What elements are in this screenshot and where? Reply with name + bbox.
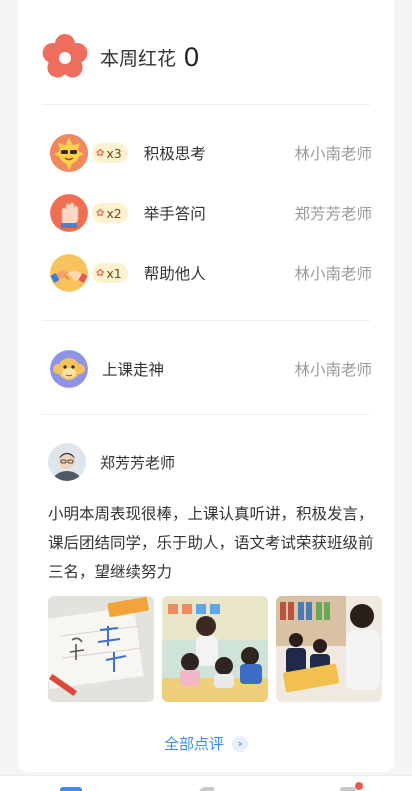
penalty-teacher: 林小南老师 — [294, 361, 372, 379]
monkey-avatar-icon — [50, 350, 88, 388]
chevron-right-icon: › — [232, 735, 248, 752]
hand-avatar-icon — [50, 194, 88, 232]
badge-count: x2 — [106, 205, 122, 221]
award-teacher: 郑芳芳老师 — [294, 205, 372, 223]
teacher-avatar — [48, 443, 86, 481]
small-flower-icon: ✿ — [96, 147, 105, 159]
flower-badge: ✿ x2 — [92, 203, 128, 223]
award-teacher: 林小南老师 — [294, 265, 372, 283]
divider — [42, 104, 370, 105]
weekly-report-card: 本周红花 0 ✿ x3 积极思考 林小南老师 ✿ x2 举手答问 郑芳芳老师 ✿… — [18, 0, 394, 772]
flower-badge: ✿ x1 — [92, 263, 128, 283]
flower-badge: ✿ x3 — [92, 143, 128, 163]
divider — [42, 414, 370, 415]
all-reviews-label: 全部点评 — [163, 735, 224, 753]
handshake-avatar-icon — [50, 254, 88, 292]
weekly-flowers-header: 本周红花 0 — [42, 34, 199, 80]
discover-tab-icon[interactable] — [198, 787, 216, 791]
award-row-thinking[interactable]: ✿ x3 积极思考 林小南老师 — [50, 133, 372, 173]
small-flower-icon: ✿ — [96, 267, 105, 279]
badge-count: x3 — [106, 145, 122, 161]
divider — [42, 320, 370, 321]
award-label: 帮助他人 — [143, 265, 206, 283]
comment-teacher-name: 郑芳芳老师 — [100, 453, 176, 472]
comment-author: 郑芳芳老师 — [48, 443, 175, 481]
award-label: 积极思考 — [143, 145, 206, 163]
penalty-label: 上课走神 — [102, 361, 165, 379]
award-row-helping[interactable]: ✿ x1 帮助他人 林小南老师 — [50, 253, 372, 293]
profile-tab-icon[interactable] — [340, 787, 356, 791]
award-row-raise-hand[interactable]: ✿ x2 举手答问 郑芳芳老师 — [50, 193, 372, 233]
reading-photo[interactable] — [276, 596, 382, 702]
award-teacher: 林小南老师 — [294, 145, 372, 163]
chinese-characters-photo[interactable] — [48, 596, 154, 702]
sun-avatar-icon — [50, 134, 88, 172]
small-flower-icon: ✿ — [96, 207, 105, 219]
all-reviews-link[interactable]: 全部点评 › — [18, 733, 394, 754]
penalty-row-distracted[interactable]: 上课走神 林小南老师 — [50, 349, 372, 389]
classroom-photo[interactable] — [162, 596, 268, 702]
comment-text: 小明本周表现很棒，上课认真听讲，积极发言，课后团结同学，乐于助人，语文考试荣获班… — [48, 505, 374, 581]
weekly-flowers-count: 0 — [184, 41, 200, 72]
comment-photos — [48, 596, 382, 702]
notification-dot — [355, 782, 363, 790]
bottom-tab-bar — [0, 775, 412, 791]
badge-count: x1 — [106, 265, 122, 281]
home-tab-icon[interactable] — [60, 787, 82, 791]
weekly-flowers-label: 本周红花 — [100, 47, 177, 70]
award-label: 举手答问 — [143, 205, 206, 223]
flower-icon — [42, 34, 88, 80]
